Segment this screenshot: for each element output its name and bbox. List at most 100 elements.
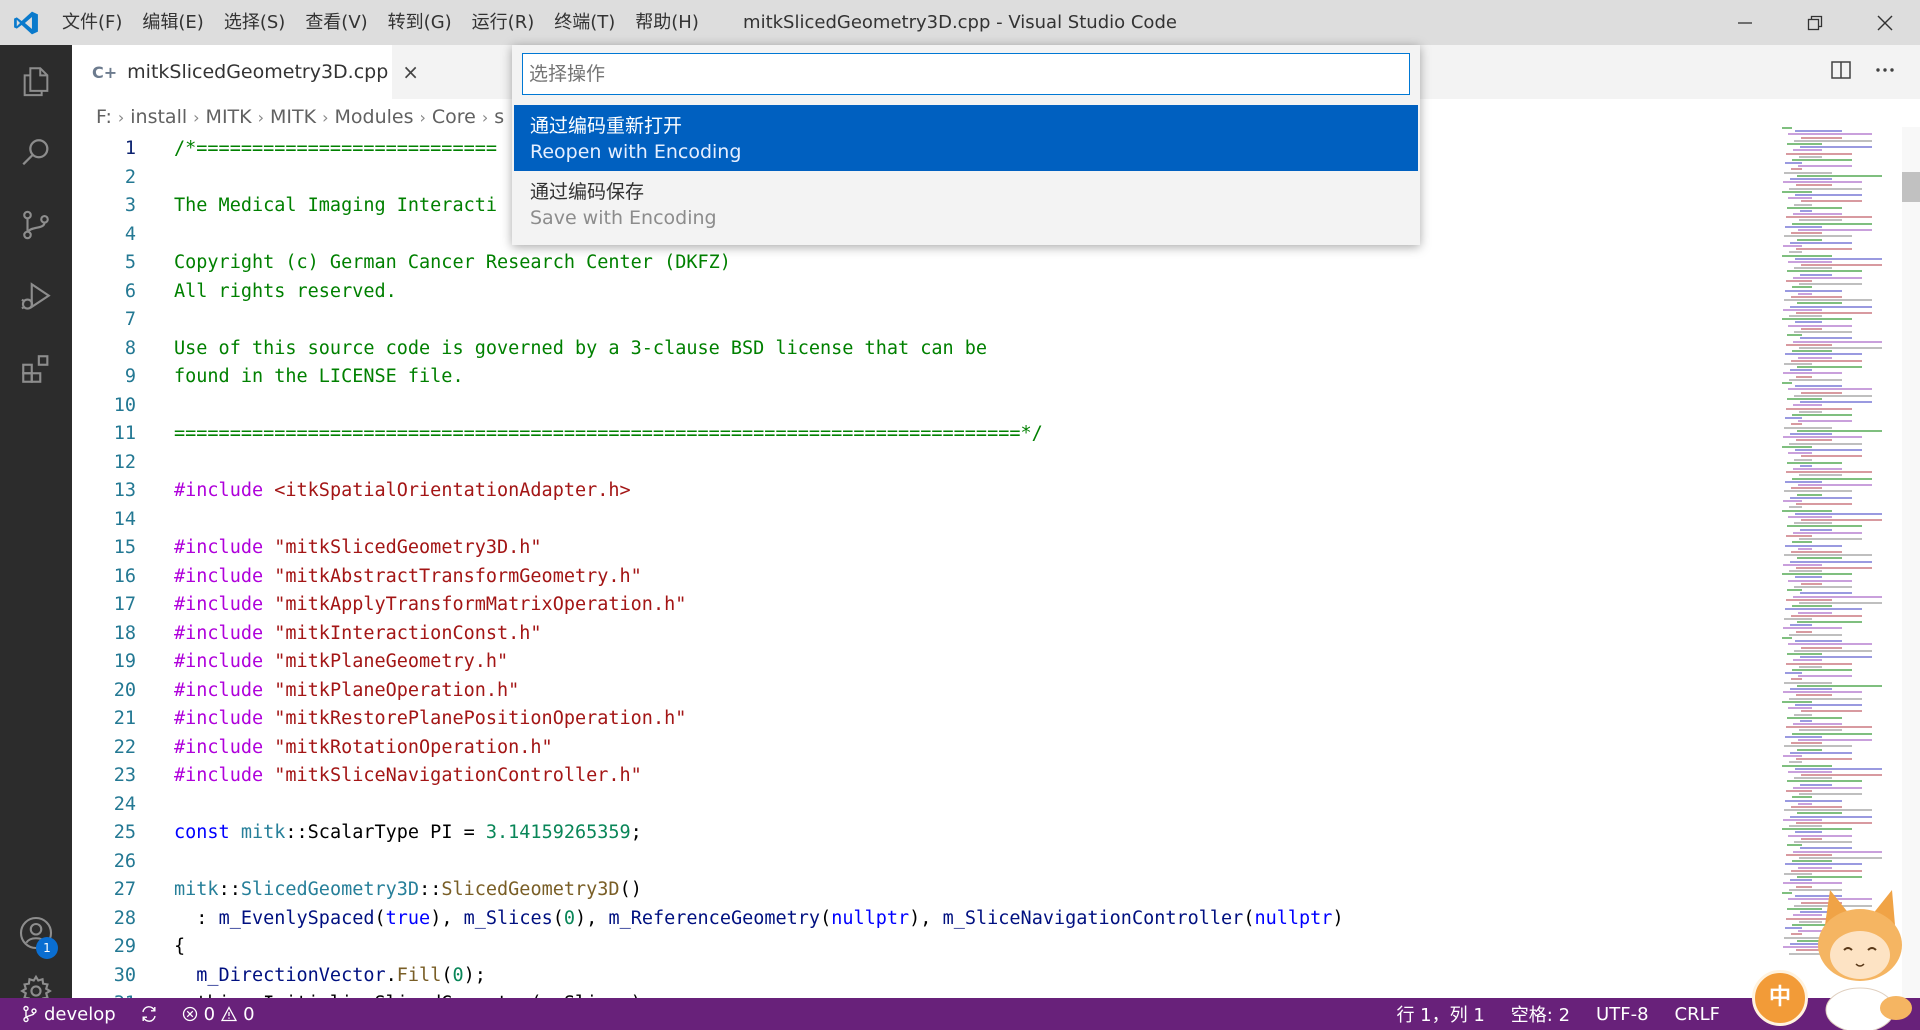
code-line[interactable]: 23 #include "mitkSliceNavigationControlle… bbox=[72, 762, 1772, 791]
minimap-line bbox=[1787, 334, 1802, 337]
scrollbar-thumb[interactable] bbox=[1902, 172, 1920, 202]
minimap-line bbox=[1784, 299, 1872, 302]
minimap-line bbox=[1800, 146, 1872, 149]
chevron-right-icon: › bbox=[193, 107, 200, 127]
minimap[interactable] bbox=[1782, 127, 1902, 998]
code-line[interactable]: 5 Copyright (c) German Cancer Research Ce… bbox=[72, 249, 1772, 278]
split-editor-icon[interactable] bbox=[1830, 59, 1852, 86]
indentation[interactable]: 空格: 2 bbox=[1511, 1001, 1570, 1027]
minimap-line bbox=[1786, 726, 1872, 729]
code-line[interactable]: 7 bbox=[72, 306, 1772, 335]
minimap-line bbox=[1785, 353, 1862, 356]
quick-pick-input[interactable] bbox=[522, 53, 1410, 95]
quick-pick-item-save-encoding[interactable]: 通过编码保存 Save with Encoding bbox=[514, 171, 1418, 237]
breadcrumb-item[interactable]: F: bbox=[96, 106, 112, 128]
minimap-line bbox=[1794, 458, 1812, 461]
files-icon[interactable] bbox=[0, 45, 72, 117]
code-token: () bbox=[619, 879, 642, 900]
breadcrumb-item[interactable]: Modules bbox=[334, 106, 413, 128]
code-line[interactable]: 22 #include "mitkRotationOperation.h" bbox=[72, 734, 1772, 763]
code-line[interactable]: 19 #include "mitkPlaneGeometry.h" bbox=[72, 648, 1772, 677]
code-line[interactable]: 6 All rights reserved. bbox=[72, 278, 1772, 307]
code-line[interactable]: 15 #include "mitkSlicedGeometry3D.h" bbox=[72, 534, 1772, 563]
menu-item[interactable]: 终端(T) bbox=[544, 0, 625, 45]
code-line[interactable]: 26 bbox=[72, 848, 1772, 877]
code-line[interactable]: 11 ======================================… bbox=[72, 420, 1772, 449]
code-editor[interactable]: 1/*=========================== 2 3 The Medi… bbox=[72, 135, 1772, 998]
minimap-line bbox=[1789, 315, 1822, 318]
minimize-button[interactable] bbox=[1710, 0, 1780, 45]
code-line[interactable]: 27 mitk::SlicedGeometry3D::SlicedGeometry… bbox=[72, 876, 1772, 905]
minimap-line bbox=[1790, 369, 1812, 372]
breadcrumb-item[interactable]: MITK bbox=[270, 106, 316, 128]
menu-item[interactable]: 帮助(H) bbox=[625, 0, 709, 45]
code-line[interactable]: 16 #include "mitkAbstractTransformGeometr… bbox=[72, 563, 1772, 592]
code-line[interactable]: 29 { bbox=[72, 933, 1772, 962]
close-window-button[interactable] bbox=[1850, 0, 1920, 45]
code-line[interactable]: 28 : m_EvenlySpaced(true), m_Slices(0), … bbox=[72, 905, 1772, 934]
code-line[interactable]: 25 const mitk::ScalarType PI = 3.14159265… bbox=[72, 819, 1772, 848]
code-line[interactable]: 31 this->InitializeSlicedGeometry(m_Slic… bbox=[72, 990, 1772, 998]
minimap-line bbox=[1800, 656, 1872, 659]
encoding[interactable]: UTF-8 bbox=[1596, 1004, 1648, 1025]
search-icon[interactable] bbox=[0, 117, 72, 189]
code-line[interactable]: 9 found in the LICENSE file. bbox=[72, 363, 1772, 392]
branch-status[interactable]: develop bbox=[22, 1004, 116, 1025]
code-token: Use of this source code is governed by a… bbox=[174, 337, 988, 359]
code-line[interactable]: 18 #include "mitkInteractionConst.h" bbox=[72, 620, 1772, 649]
breadcrumb-item[interactable]: s bbox=[494, 106, 504, 128]
minimap-line bbox=[1797, 174, 1882, 177]
extensions-icon[interactable] bbox=[0, 333, 72, 405]
run-debug-icon[interactable] bbox=[0, 261, 72, 333]
code-token: "mitkPlaneOperation.h" bbox=[274, 679, 520, 701]
minimap-line bbox=[1796, 821, 1872, 824]
cursor-position[interactable]: 行 1，列 1 bbox=[1396, 1001, 1484, 1027]
minimap-line bbox=[1798, 420, 1852, 423]
breadcrumb-item[interactable]: MITK bbox=[206, 106, 252, 128]
minimap-line bbox=[1801, 837, 1822, 840]
more-actions-icon[interactable] bbox=[1874, 59, 1896, 86]
code-line[interactable]: 8 Use of this source code is governed by … bbox=[72, 335, 1772, 364]
line-content: All rights reserved. bbox=[174, 278, 397, 307]
code-line[interactable]: 13 #include <itkSpatialOrientationAdapter… bbox=[72, 477, 1772, 506]
code-line[interactable]: 20 #include "mitkPlaneOperation.h" bbox=[72, 677, 1772, 706]
title-bar: 文件(F) 编辑(E) 选择(S) 查看(V) 转到(G) 运行(R) 终端(T) 帮助(H)… bbox=[0, 0, 1920, 45]
vertical-scrollbar[interactable] bbox=[1902, 127, 1920, 998]
menu-item[interactable]: 编辑(E) bbox=[132, 0, 213, 45]
minimap-line bbox=[1796, 694, 1832, 697]
menu-item[interactable]: 运行(R) bbox=[462, 0, 545, 45]
minimap-line bbox=[1793, 659, 1822, 662]
menu-item[interactable]: 查看(V) bbox=[295, 0, 377, 45]
minimap-line bbox=[1792, 413, 1852, 416]
menu-item[interactable]: 选择(S) bbox=[214, 0, 295, 45]
sync-icon bbox=[141, 1006, 156, 1022]
code-line[interactable]: 24 bbox=[72, 791, 1772, 820]
code-line[interactable]: 10 bbox=[72, 392, 1772, 421]
code-line[interactable]: 12 bbox=[72, 449, 1772, 478]
tab-mitk-sliced-geometry[interactable]: C+ mitkSlicedGeometry3D.cpp × bbox=[72, 45, 419, 99]
code-token: SlicedGeometry3D bbox=[441, 879, 620, 900]
minimap-line bbox=[1800, 337, 1852, 340]
quick-pick-item-reopen-encoding[interactable]: 通过编码重新打开 Reopen with Encoding bbox=[514, 105, 1418, 171]
code-line[interactable]: 21 #include "mitkRestorePlanePositionOper… bbox=[72, 705, 1772, 734]
menu-item[interactable]: 转到(G) bbox=[378, 0, 462, 45]
minimap-line bbox=[1782, 892, 1792, 894]
restore-button[interactable] bbox=[1780, 0, 1850, 45]
sync-button[interactable] bbox=[140, 1005, 158, 1023]
close-icon[interactable]: × bbox=[402, 60, 419, 84]
minimap-line bbox=[1797, 493, 1822, 496]
menu-item[interactable]: 文件(F) bbox=[52, 0, 132, 45]
source-control-icon[interactable] bbox=[0, 189, 72, 261]
minimap-line bbox=[1797, 876, 1862, 879]
code-line[interactable]: 30 m_DirectionVector.Fill(0); bbox=[72, 962, 1772, 991]
breadcrumb-item[interactable]: install bbox=[130, 106, 187, 128]
minimap-line bbox=[1791, 232, 1822, 235]
breadcrumb-item[interactable]: Core bbox=[432, 106, 476, 128]
code-line[interactable]: 14 bbox=[72, 506, 1772, 535]
minimap-line bbox=[1790, 305, 1872, 308]
minimap-line bbox=[1794, 331, 1852, 333]
code-line[interactable]: 17 #include "mitkApplyTransformMatrixOper… bbox=[72, 591, 1772, 620]
minimap-line bbox=[1790, 496, 1852, 499]
problems-status[interactable]: 0 0 bbox=[182, 1004, 255, 1025]
end-of-line[interactable]: CRLF bbox=[1675, 1004, 1720, 1025]
